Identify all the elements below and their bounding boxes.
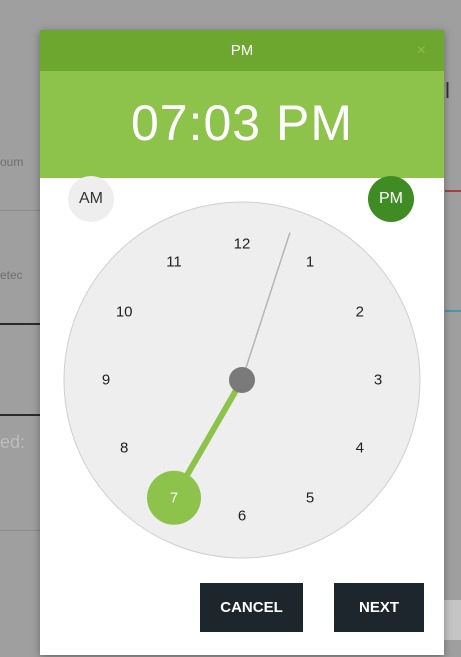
cancel-button[interactable]: CANCEL <box>200 583 303 632</box>
background-divider <box>0 530 40 531</box>
clock-number-3[interactable]: 3 <box>374 372 382 389</box>
clock-number-12[interactable]: 12 <box>234 236 251 253</box>
background-divider <box>0 414 40 416</box>
background-text-fragment: l <box>445 78 450 103</box>
clock-dial[interactable]: 12123456891011 7 <box>40 30 444 580</box>
clock-number-10[interactable]: 10 <box>116 304 133 321</box>
clock-number-8[interactable]: 8 <box>120 440 128 457</box>
clock-number-11[interactable]: 11 <box>166 254 182 271</box>
clock-number-6[interactable]: 6 <box>238 508 246 525</box>
selected-hour-label: 7 <box>170 489 178 506</box>
time-picker-dialog: PM × 07:03 PM AM PM 12 1 2 3 4 5 6 8 9 10 11 7 CAN… <box>40 30 444 655</box>
clock-number-4[interactable]: 4 <box>356 440 364 457</box>
background-divider <box>0 210 40 211</box>
clock-number-9[interactable]: 9 <box>102 372 110 389</box>
clock-number-1[interactable]: 1 <box>306 254 314 271</box>
background-panel <box>442 600 461 640</box>
background-text-fragment: ed: <box>0 432 26 452</box>
background-text-fragment: etec <box>0 268 23 282</box>
background-divider <box>445 190 461 192</box>
clock-number-2[interactable]: 2 <box>356 304 364 321</box>
next-button[interactable]: NEXT <box>334 583 424 632</box>
background-text-fragment: oum <box>0 155 24 169</box>
background-divider <box>445 310 461 312</box>
background-divider <box>0 323 40 325</box>
clock-number-5[interactable]: 5 <box>306 489 314 506</box>
clock-center-pin <box>229 367 255 393</box>
